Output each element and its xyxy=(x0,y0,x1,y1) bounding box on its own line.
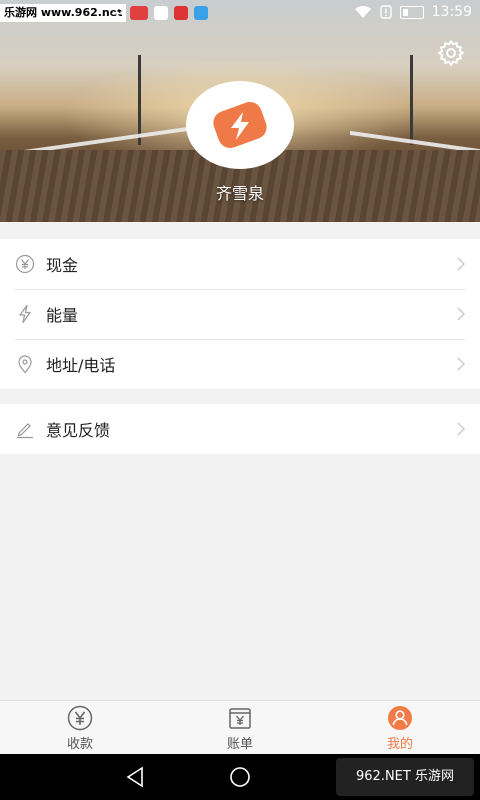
menu-primary: 现金 能量 地址/电话 xyxy=(0,239,480,389)
menu-item-label: 地址/电话 xyxy=(46,356,116,375)
username: 齐雪泉 xyxy=(215,184,264,203)
notification-icons xyxy=(108,6,208,20)
yuan-circle-icon xyxy=(67,705,93,730)
chevron-right-icon xyxy=(457,307,466,321)
menu-item-label: 能量 xyxy=(46,306,79,325)
lamp-post-left xyxy=(138,55,141,145)
tab-label: 我的 xyxy=(386,736,413,752)
system-status: 13:59 xyxy=(354,4,472,20)
tab-label: 收款 xyxy=(66,736,93,752)
message-notification-icon xyxy=(194,6,208,20)
bill-icon xyxy=(229,707,251,729)
pencil-icon xyxy=(14,418,36,440)
status-bar: 乐游网 www.962.net 13:59 xyxy=(0,0,480,28)
home-icon[interactable] xyxy=(228,765,252,789)
menu-item-label: 现金 xyxy=(46,256,79,275)
tab-collect[interactable]: 收款 xyxy=(0,701,160,755)
menu-secondary: 意见反馈 xyxy=(0,404,480,454)
menu-item-energy[interactable]: 能量 xyxy=(0,289,480,339)
lamp-post-right xyxy=(410,55,413,145)
tab-mine[interactable]: 我的 xyxy=(320,701,480,755)
maps-notification-icon xyxy=(154,6,168,20)
wifi-icon xyxy=(354,5,371,18)
chevron-right-icon xyxy=(457,257,466,271)
battery-icon xyxy=(399,5,424,19)
avatar[interactable] xyxy=(186,81,294,169)
clock: 13:59 xyxy=(431,4,472,20)
yuan-icon xyxy=(14,253,36,275)
menu-item-label: 意见反馈 xyxy=(46,421,111,440)
profile-header: 齐雪泉 xyxy=(0,0,480,222)
tab-label: 账单 xyxy=(226,736,253,752)
menu-item-address-phone[interactable]: 地址/电话 xyxy=(0,339,480,389)
location-pin-icon xyxy=(14,353,36,375)
app-logo-lightning-icon xyxy=(213,101,267,149)
settings-gear-icon[interactable] xyxy=(436,38,466,68)
system-nav-bar: 962.NET 乐游网 xyxy=(0,754,480,800)
lightning-icon xyxy=(14,303,36,325)
tab-bill[interactable]: 账单 xyxy=(160,701,320,755)
chevron-right-icon xyxy=(457,357,466,371)
app-notification-icon xyxy=(130,6,148,20)
person-icon xyxy=(388,705,412,730)
chevron-right-icon xyxy=(457,422,466,436)
watermark-logo: 962.NET 乐游网 xyxy=(336,758,474,796)
back-icon[interactable] xyxy=(124,765,146,789)
menu-item-cash[interactable]: 现金 xyxy=(0,239,480,289)
wifi-small-icon xyxy=(108,7,124,18)
bottom-tab-bar: 收款 账单 我的 xyxy=(0,700,480,755)
alert-icon xyxy=(379,5,392,19)
menu-item-feedback[interactable]: 意见反馈 xyxy=(0,404,480,454)
huawei-notification-icon xyxy=(174,6,188,20)
